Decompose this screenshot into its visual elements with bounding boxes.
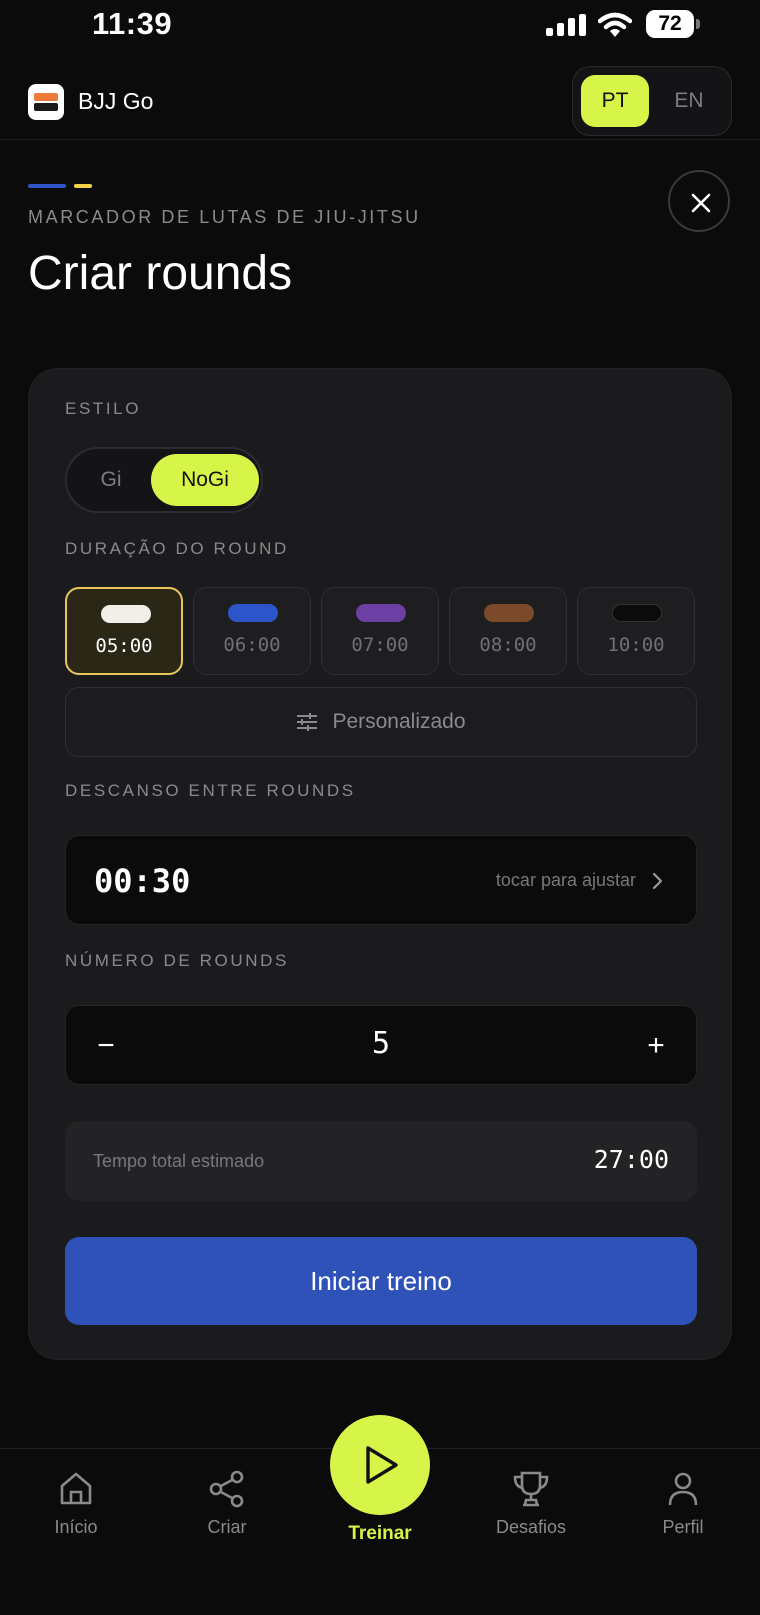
close-button[interactable] bbox=[668, 170, 730, 232]
total-time-value: 27:00 bbox=[593, 1145, 669, 1174]
rest-hint: tocar para ajustar bbox=[495, 870, 636, 890]
increment-rounds-button[interactable]: + bbox=[616, 1006, 696, 1086]
nav-label-perfil: Perfil bbox=[662, 1517, 704, 1537]
app-name: BJJ Go bbox=[78, 88, 154, 114]
rounds-label: NÚMERO DE ROUNDS bbox=[65, 951, 289, 970]
status-bar: 11:39 72 bbox=[0, 0, 760, 52]
style-toggle[interactable]: Gi NoGi bbox=[65, 447, 263, 513]
accent-bar-blue bbox=[28, 184, 66, 188]
rounds-stepper: − 5 + bbox=[65, 1005, 697, 1085]
nav-item-treinar[interactable] bbox=[330, 1415, 430, 1515]
signal-icon bbox=[546, 14, 586, 36]
duration-option-10[interactable]: 10:00 bbox=[577, 587, 695, 675]
chevron-right-icon bbox=[652, 872, 663, 890]
round-settings-card: ESTILO Gi NoGi DURAÇÃO DO ROUND 05:00 06… bbox=[28, 368, 732, 1360]
style-option-nogi[interactable]: NoGi bbox=[151, 454, 259, 506]
lang-option-pt[interactable]: PT bbox=[581, 75, 649, 127]
nav-label-desafios: Desafios bbox=[495, 1517, 567, 1537]
rounds-value: 5 bbox=[371, 1026, 391, 1061]
belt-swatch-blue bbox=[228, 604, 278, 622]
language-switch[interactable]: PT EN bbox=[572, 66, 732, 136]
rest-value: 00:30 bbox=[94, 862, 191, 900]
total-time-label: Tempo total estimado bbox=[93, 1151, 265, 1171]
share-icon bbox=[209, 1470, 244, 1508]
start-training-button[interactable]: Iniciar treino bbox=[65, 1237, 697, 1325]
lang-option-en[interactable]: EN bbox=[655, 75, 723, 127]
duration-label: DURAÇÃO DO ROUND bbox=[65, 539, 289, 558]
belt-swatch-black bbox=[612, 604, 662, 622]
home-icon bbox=[60, 1472, 92, 1505]
battery-level: 72 bbox=[646, 10, 694, 38]
duration-option-08[interactable]: 08:00 bbox=[449, 587, 567, 675]
style-label: ESTILO bbox=[65, 399, 142, 418]
custom-duration-label: Personalizado bbox=[332, 710, 466, 733]
nav-label-treinar: Treinar bbox=[348, 1523, 412, 1544]
custom-duration-button[interactable]: Personalizado bbox=[65, 687, 697, 757]
belt-swatch-white bbox=[101, 605, 151, 623]
wifi-icon bbox=[598, 12, 632, 37]
trophy-icon bbox=[513, 1471, 549, 1507]
page-title: Criar rounds bbox=[28, 247, 293, 300]
accent-bar-yellow bbox=[74, 184, 92, 188]
rest-label: DESCANSO ENTRE ROUNDS bbox=[65, 781, 356, 800]
duration-option-07[interactable]: 07:00 bbox=[321, 587, 439, 675]
duration-option-06[interactable]: 06:00 bbox=[193, 587, 311, 675]
nav-label-criar: Criar bbox=[207, 1517, 247, 1537]
duration-options: 05:00 06:00 07:00 08:00 10:00 bbox=[65, 587, 697, 677]
play-icon bbox=[366, 1446, 398, 1484]
close-icon bbox=[691, 193, 711, 213]
duration-option-05[interactable]: 05:00 bbox=[65, 587, 183, 675]
battery-icon: 72 bbox=[646, 10, 700, 38]
nav-label-inicio: Início bbox=[54, 1517, 98, 1537]
page-eyebrow: MARCADOR DE LUTAS DE JIU-JITSU bbox=[28, 207, 421, 227]
bottom-nav: Início Criar Treinar Desafios Perfil bbox=[0, 1415, 760, 1615]
app-logo bbox=[28, 84, 64, 120]
belt-swatch-brown bbox=[484, 604, 534, 622]
sliders-icon bbox=[297, 713, 318, 731]
rest-duration-field[interactable]: 00:30 tocar para ajustar bbox=[65, 835, 697, 925]
status-time: 11:39 bbox=[92, 6, 173, 41]
user-icon bbox=[668, 1472, 698, 1506]
estimated-total-time: Tempo total estimado 27:00 bbox=[65, 1121, 697, 1201]
belt-swatch-purple bbox=[356, 604, 406, 622]
style-option-gi[interactable]: Gi bbox=[73, 454, 149, 506]
app-header: BJJ Go PT EN bbox=[0, 64, 760, 140]
